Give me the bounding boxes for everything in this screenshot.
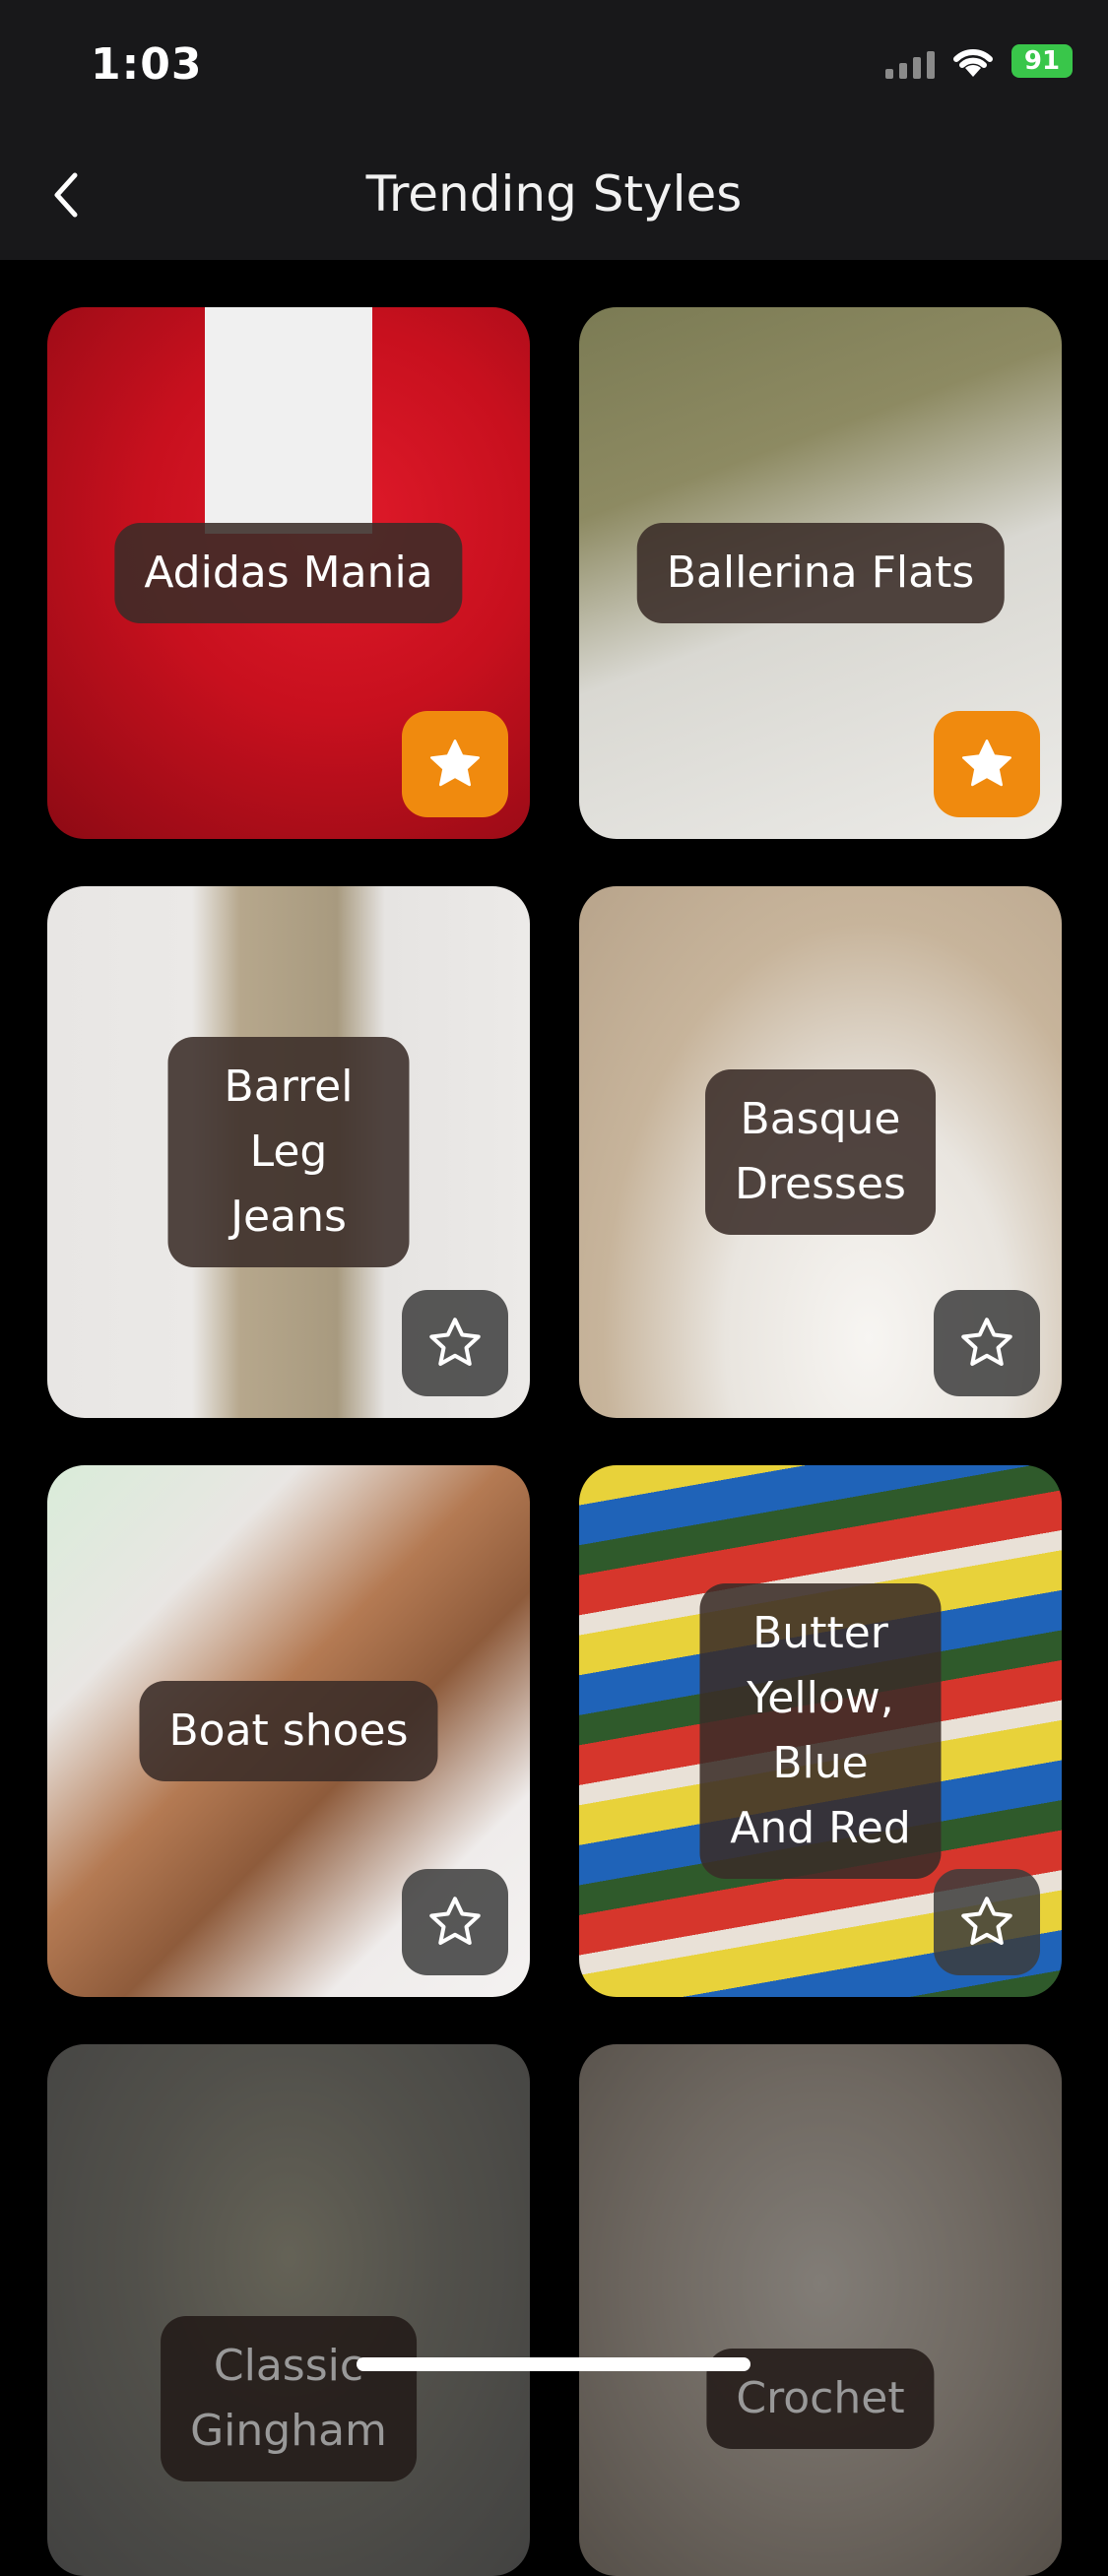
favorite-button[interactable] xyxy=(934,711,1040,817)
card-label: Butter Yellow, Blue And Red xyxy=(699,1583,942,1879)
card-label: Ballerina Flats xyxy=(636,523,1005,623)
card-label: Adidas Mania xyxy=(114,523,463,623)
status-indicators: 91 xyxy=(885,43,1073,79)
favorite-button[interactable] xyxy=(402,1290,508,1396)
battery-level: 91 xyxy=(1023,46,1061,76)
wifi-icon xyxy=(953,48,993,77)
star-filled-icon xyxy=(962,740,1011,787)
card-label: Boat shoes xyxy=(139,1681,438,1781)
style-card-butter-yellow-blue-red[interactable]: Butter Yellow, Blue And Red xyxy=(579,1465,1062,1997)
star-outline-icon xyxy=(429,1897,481,1945)
favorite-button[interactable] xyxy=(402,711,508,817)
star-outline-icon xyxy=(429,1318,481,1366)
style-card-classic-gingham[interactable]: Classic Gingham xyxy=(47,2044,530,2576)
style-card-basque-dresses[interactable]: Basque Dresses xyxy=(579,886,1062,1418)
favorite-button[interactable] xyxy=(934,1869,1040,1975)
style-card-crochet[interactable]: Crochet xyxy=(579,2044,1062,2576)
favorite-button[interactable] xyxy=(402,1869,508,1975)
battery-icon: 91 xyxy=(1011,44,1073,78)
style-card-adidas-mania[interactable]: Adidas Mania xyxy=(47,307,530,839)
card-label: Basque Dresses xyxy=(705,1069,936,1235)
status-time: 1:03 xyxy=(91,39,203,90)
status-bar: 1:03 91 xyxy=(0,0,1108,138)
card-image xyxy=(47,2044,530,2576)
favorite-button[interactable] xyxy=(934,1290,1040,1396)
star-outline-icon xyxy=(961,1897,1012,1945)
style-card-ballerina-flats[interactable]: Ballerina Flats xyxy=(579,307,1062,839)
style-card-boat-shoes[interactable]: Boat shoes xyxy=(47,1465,530,1997)
page-title: Trending Styles xyxy=(365,165,743,223)
card-label: Classic Gingham xyxy=(161,2316,417,2481)
star-filled-icon xyxy=(430,740,480,787)
style-card-barrel-leg-jeans[interactable]: Barrel Leg Jeans xyxy=(47,886,530,1418)
card-image xyxy=(579,2044,1062,2576)
navigation-bar: Trending Styles xyxy=(0,138,1108,260)
home-indicator[interactable] xyxy=(357,2357,750,2371)
card-label: Barrel Leg Jeans xyxy=(167,1037,410,1267)
star-outline-icon xyxy=(961,1318,1012,1366)
cellular-signal-icon xyxy=(885,43,935,79)
